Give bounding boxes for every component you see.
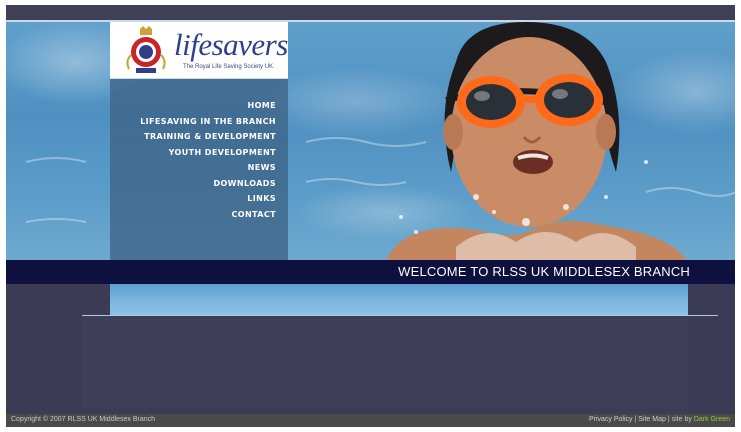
logo-tagline: The Royal Life Saving Society UK bbox=[183, 64, 274, 70]
nav-link-lifesaving-in-the-branch[interactable]: LIFESAVING IN THE BRANCH bbox=[140, 117, 276, 126]
rlss-crest-icon bbox=[126, 26, 166, 73]
nav-link-youth-development[interactable]: YOUTH DEVELOPMENT bbox=[169, 148, 276, 157]
nav-item-links: LINKS bbox=[140, 188, 276, 204]
footer-links: Privacy Policy | Site Map | site by Dark… bbox=[589, 416, 730, 423]
page-frame: lifesavers The Royal Life Saving Society… bbox=[6, 5, 735, 427]
nav-item-home: HOME bbox=[140, 95, 276, 111]
nav-item-lifesaving: LIFESAVING IN THE BRANCH bbox=[140, 111, 276, 127]
nav-link-home[interactable]: HOME bbox=[247, 101, 276, 110]
nav-link-links[interactable]: LINKS bbox=[247, 194, 276, 203]
hero-banner: lifesavers The Royal Life Saving Society… bbox=[6, 22, 735, 260]
nav-link-downloads[interactable]: DOWNLOADS bbox=[213, 179, 276, 188]
privacy-policy-link[interactable]: Privacy Policy bbox=[589, 416, 633, 423]
content-band bbox=[110, 284, 688, 315]
main-content-area bbox=[82, 316, 688, 409]
welcome-bar: WELCOME TO RLSS UK MIDDLESEX BRANCH bbox=[6, 260, 735, 284]
logo-wordmark: lifesavers bbox=[174, 27, 288, 62]
nav-panel: HOME LIFESAVING IN THE BRANCH TRAINING &… bbox=[110, 79, 288, 260]
nav-link-training-development[interactable]: TRAINING & DEVELOPMENT bbox=[144, 132, 276, 141]
dark-green-credit-link[interactable]: Dark Green bbox=[694, 416, 730, 423]
site-by-label: site by bbox=[671, 416, 692, 423]
nav-item-news: NEWS bbox=[140, 157, 276, 173]
nav-link-news[interactable]: NEWS bbox=[248, 163, 276, 172]
nav-item-contact: CONTACT bbox=[140, 204, 276, 220]
top-strip bbox=[6, 5, 735, 20]
main-nav: HOME LIFESAVING IN THE BRANCH TRAINING &… bbox=[140, 95, 276, 219]
nav-item-training: TRAINING & DEVELOPMENT bbox=[140, 126, 276, 142]
welcome-heading: WELCOME TO RLSS UK MIDDLESEX BRANCH bbox=[398, 264, 690, 279]
footer-separator: | bbox=[634, 416, 637, 423]
site-map-link[interactable]: Site Map bbox=[638, 416, 666, 423]
logo[interactable]: lifesavers The Royal Life Saving Society… bbox=[110, 22, 288, 79]
nav-link-contact[interactable]: CONTACT bbox=[231, 210, 276, 219]
footer: Copyright © 2007 RLSS UK Middlesex Branc… bbox=[6, 414, 735, 427]
nav-item-downloads: DOWNLOADS bbox=[140, 173, 276, 189]
nav-item-youth: YOUTH DEVELOPMENT bbox=[140, 142, 276, 158]
footer-separator: | bbox=[667, 416, 670, 423]
copyright-text: Copyright © 2007 RLSS UK Middlesex Branc… bbox=[11, 416, 156, 423]
